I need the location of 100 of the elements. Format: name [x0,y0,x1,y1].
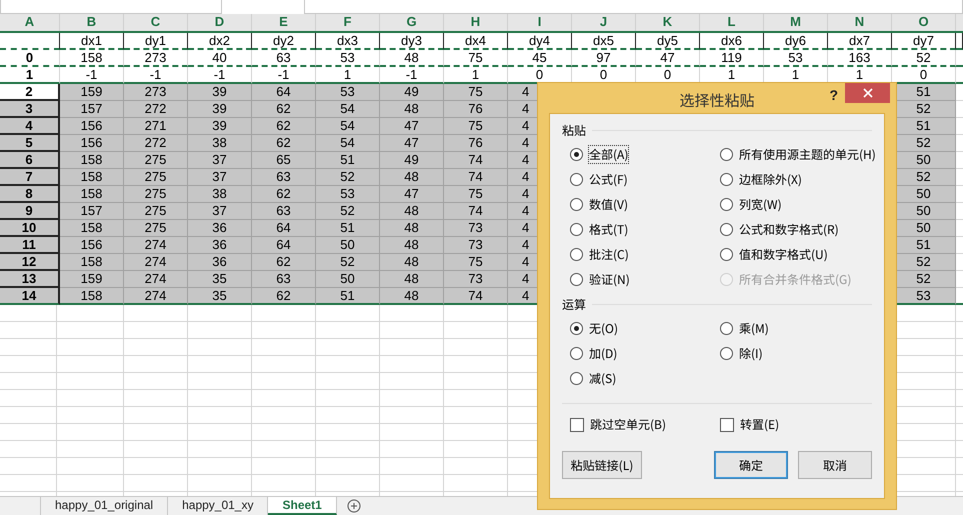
table-cell: 275 [124,186,188,203]
checkbox-option[interactable]: 跳过空单元(B) [570,412,720,437]
radio-option[interactable]: 无(O) [570,316,720,341]
table-cell: 48 [380,50,444,67]
table-cell: 62 [252,101,316,118]
radio-option[interactable]: 公式和数字格式(R) [720,217,876,242]
table-cell: 75 [444,84,508,101]
table-cell: 45 [508,50,572,67]
column-header[interactable]: C [124,14,188,31]
radio-option[interactable]: 值和数字格式(U) [720,242,876,267]
table-cell: 275 [124,152,188,169]
column-header[interactable]: B [60,14,124,31]
table-cell: 62 [252,118,316,135]
radio-option[interactable]: 公式(F) [570,167,720,192]
table-cell: 48 [380,288,444,305]
table-cell: 50 [316,271,380,288]
column-header[interactable]: F [316,14,380,31]
dialog-button[interactable]: 取消 [798,451,872,479]
table-cell: 51 [316,288,380,305]
table-cell: 65 [252,152,316,169]
table-cell: 9 [0,203,60,220]
table-cell: 74 [444,152,508,169]
radio-option[interactable]: 乘(M) [720,316,872,341]
table-cell: 158 [60,186,124,203]
dialog-title: 选择性粘贴 [679,88,754,110]
add-sheet-icon[interactable] [346,499,361,513]
radio-option[interactable]: 除(I) [720,341,872,366]
column-header[interactable]: H [444,14,508,31]
table-cell: 52 [316,203,380,220]
table-cell: 274 [124,254,188,271]
table-cell: 273 [124,50,188,67]
checkbox-option[interactable]: 转置(E) [720,412,872,437]
dialog-button[interactable]: 粘贴链接(L) [562,451,642,479]
table-cell: 156 [60,135,124,152]
table-cell: 272 [124,101,188,118]
table-cell: 36 [188,220,252,237]
table-cell: 47 [380,118,444,135]
table-cell: dy3 [380,33,444,50]
table-cell: 39 [188,118,252,135]
table-cell: 156 [60,237,124,254]
table-cell: 75 [444,50,508,67]
table-cell: 10 [0,220,60,237]
table-cell: 53 [316,50,380,67]
table-cell: 4 [0,118,60,135]
radio-option[interactable]: 边框除外(X) [720,167,876,192]
table-cell: 75 [444,254,508,271]
column-header[interactable]: A [0,14,60,31]
sheet-tab[interactable]: Sheet1 [268,497,337,515]
table-cell: dx6 [700,33,764,50]
column-header[interactable]: J [572,14,636,31]
table-cell: 158 [60,152,124,169]
table-cell: dy6 [764,33,828,50]
table-cell: 47 [380,186,444,203]
table-cell: 119 [700,50,764,67]
table-cell: 48 [380,220,444,237]
radio-option[interactable]: 批注(C) [570,242,720,267]
table-cell: 274 [124,288,188,305]
table-cell: 53 [764,50,828,67]
column-header[interactable]: G [380,14,444,31]
table-cell: 63 [252,169,316,186]
table-cell: 5 [0,135,60,152]
dialog-button[interactable]: 确定 [714,451,788,479]
table-cell: 3 [0,101,60,118]
radio-option[interactable]: 加(D) [570,341,720,366]
radio-option[interactable]: 减(S) [570,366,720,391]
table-cell: 73 [444,271,508,288]
column-header[interactable]: O [892,14,956,31]
column-header[interactable]: E [252,14,316,31]
table-cell: 49 [380,152,444,169]
column-header[interactable]: D [188,14,252,31]
close-button[interactable] [845,83,890,103]
table-cell: 159 [60,84,124,101]
close-icon [862,88,872,98]
table-cell: 48 [380,203,444,220]
radio-option[interactable]: 数值(V) [570,192,720,217]
table-cell: 62 [252,254,316,271]
column-header[interactable]: I [508,14,572,31]
table-cell: 12 [0,254,60,271]
radio-option[interactable]: 格式(T) [570,217,720,242]
column-header[interactable]: K [636,14,700,31]
radio-option[interactable]: 验证(N) [570,267,720,292]
table-cell: 75 [444,186,508,203]
table-cell: 64 [252,220,316,237]
radio-option[interactable]: 列宽(W) [720,192,876,217]
table-cell: 63 [252,203,316,220]
table-cell: dy2 [252,33,316,50]
table-cell: dy1 [124,33,188,50]
table-cell: 8 [0,186,60,203]
table-cell: 272 [124,135,188,152]
radio-option[interactable]: 所有使用源主题的单元(H) [720,142,876,167]
column-header[interactable]: N [828,14,892,31]
help-button[interactable]: ? [829,87,838,103]
table-cell: dx2 [188,33,252,50]
table-cell: 48 [380,169,444,186]
column-header[interactable]: M [764,14,828,31]
table-cell: 158 [60,220,124,237]
radio-option[interactable]: 全部(A) [570,142,720,167]
table-cell: 48 [380,254,444,271]
table-cell: 47 [636,50,700,67]
column-header[interactable]: L [700,14,764,31]
